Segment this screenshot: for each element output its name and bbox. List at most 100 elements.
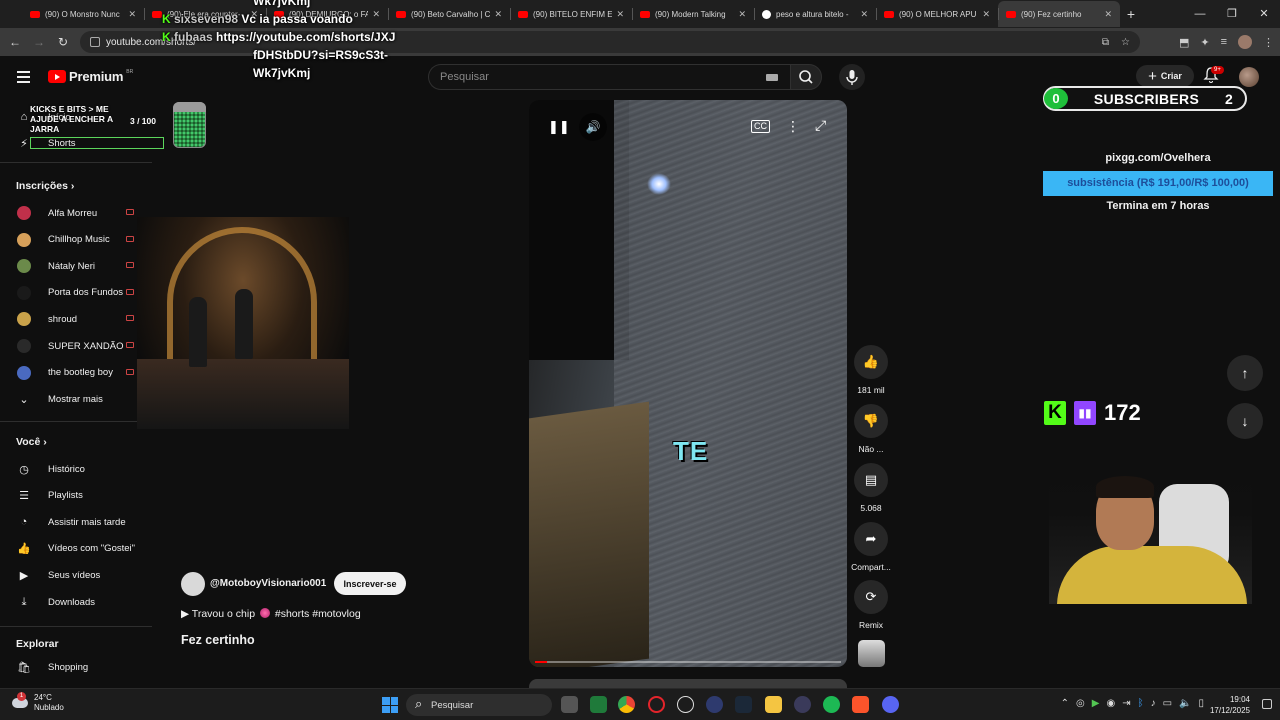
close-window-button[interactable]: ✕ xyxy=(1248,0,1280,28)
menu-icon[interactable] xyxy=(17,71,30,86)
captions-icon[interactable]: CC xyxy=(751,120,770,133)
thumbs-up-icon[interactable]: 👍 xyxy=(854,345,888,379)
extensions-icon[interactable]: ⬒ xyxy=(1179,36,1189,49)
sidebar-item[interactable]: the bootleg boy xyxy=(0,360,150,386)
battery-icon[interactable]: ▯ xyxy=(1198,698,1204,709)
new-tab-button[interactable]: + xyxy=(1120,6,1142,22)
taskbar-search[interactable]: Pesquisar xyxy=(406,694,552,716)
close-tab-icon[interactable]: ✕ xyxy=(982,9,990,20)
forward-icon[interactable]: → xyxy=(27,35,51,49)
pause-icon[interactable]: ❚❚ xyxy=(548,119,570,135)
sidebar-item[interactable]: ⌄ Mostrar mais xyxy=(0,386,150,412)
tray-app-icon[interactable]: ▶ xyxy=(1092,698,1100,709)
reload-icon[interactable]: ↻ xyxy=(51,35,75,49)
sidebar-item[interactable]: Nátaly Neri xyxy=(0,253,150,279)
brave-icon[interactable] xyxy=(852,696,869,713)
github-icon[interactable] xyxy=(677,696,694,713)
browser-tab[interactable]: (90) BITELO ENFIM EN ✕ xyxy=(510,1,632,27)
app-icon[interactable] xyxy=(706,696,723,713)
media-player-icon[interactable] xyxy=(590,696,607,713)
sidebar-item[interactable]: 🛍 Shopping xyxy=(0,654,150,680)
search-button[interactable] xyxy=(790,64,822,90)
microphone-tray-icon[interactable]: ♪ xyxy=(1151,698,1156,709)
file-explorer-icon[interactable] xyxy=(765,696,782,713)
bookmark-star-icon[interactable]: ☆ xyxy=(1121,37,1130,48)
comment-icon[interactable]: ▤ xyxy=(854,463,888,497)
shorts-player[interactable] xyxy=(529,100,847,667)
voice-search-button[interactable] xyxy=(839,64,865,90)
tray-app-icon[interactable]: ◉ xyxy=(1106,698,1115,709)
discord-icon[interactable] xyxy=(882,696,899,713)
tray-chevron-icon[interactable]: ⌃ xyxy=(1061,698,1069,709)
sidebar-item[interactable]: ◷ Histórico xyxy=(0,456,150,482)
system-clock[interactable]: 19:04 17/12/2025 xyxy=(1210,694,1250,716)
sidebar-item[interactable]: Chillhop Music xyxy=(0,227,150,253)
browser-tab[interactable]: (90) O MELHOR APU ✕ xyxy=(876,1,998,27)
more-options-icon[interactable]: ⋮ xyxy=(786,118,800,135)
browser-tab[interactable]: (90) Modern Talking ✕ xyxy=(632,1,754,27)
windows-start-icon[interactable] xyxy=(382,697,398,713)
close-tab-icon[interactable]: ✕ xyxy=(494,9,502,20)
browser-tab[interactable]: (90) O Monstro Nunc ✕ xyxy=(22,1,144,27)
site-info-icon[interactable] xyxy=(90,37,100,47)
progress-bar[interactable] xyxy=(535,661,841,663)
spotify-icon[interactable] xyxy=(823,696,840,713)
you-heading[interactable]: Você › xyxy=(16,436,47,448)
close-tab-icon[interactable]: ✕ xyxy=(1104,9,1112,20)
task-view-icon[interactable] xyxy=(561,696,578,713)
sidebar-item[interactable]: Alfa Morreu xyxy=(0,200,150,226)
chrome-icon[interactable] xyxy=(618,696,635,713)
puzzle-icon[interactable]: ✦ xyxy=(1200,36,1209,49)
close-tab-icon[interactable]: ✕ xyxy=(860,9,868,20)
back-icon[interactable]: ← xyxy=(3,35,27,49)
sidebar-item[interactable]: ◔ Assistir mais tarde xyxy=(0,509,150,535)
steam-icon[interactable] xyxy=(735,696,752,713)
close-tab-icon[interactable]: ✕ xyxy=(738,9,746,20)
opera-icon[interactable] xyxy=(648,696,665,713)
thumbs-down-icon[interactable]: 👎 xyxy=(854,404,888,438)
keyboard-icon[interactable] xyxy=(766,74,778,81)
sidebar-item[interactable]: shroud xyxy=(0,306,150,332)
sidebar-item[interactable]: Porta dos Fundos xyxy=(0,280,150,306)
bluetooth-icon[interactable]: ᛒ xyxy=(1138,698,1144,709)
hashtags-link[interactable]: #shorts #motovlog xyxy=(275,608,361,620)
speaker-icon[interactable]: 🔈 xyxy=(1179,698,1191,709)
install-app-icon[interactable]: ⧉ xyxy=(1102,37,1109,48)
channel-avatar[interactable] xyxy=(181,572,205,596)
notification-center-icon[interactable] xyxy=(1262,699,1272,709)
maximize-button[interactable]: ❐ xyxy=(1216,0,1248,28)
network-icon[interactable]: ▭ xyxy=(1163,698,1172,709)
subscribe-button[interactable]: Inscrever-se xyxy=(334,572,406,595)
minimize-button[interactable]: — xyxy=(1184,0,1216,28)
explore-heading[interactable]: Explorar xyxy=(16,638,59,650)
channel-name[interactable]: @MotoboyVisionario001 xyxy=(210,578,326,589)
youtube-premium-logo[interactable]: Premium BR xyxy=(48,69,133,84)
browser-tab[interactable]: (90) Fez certinho ✕ xyxy=(998,1,1120,27)
close-tab-icon[interactable]: ✕ xyxy=(616,9,624,20)
menu-kebab-icon[interactable]: ⋮ xyxy=(1263,36,1274,49)
subscriptions-heading[interactable]: Inscrições › xyxy=(16,180,74,192)
tray-app-icon[interactable]: ◎ xyxy=(1076,698,1085,709)
next-short-button[interactable]: ↓ xyxy=(1227,403,1263,439)
sidebar-item[interactable]: ⤓ Downloads xyxy=(0,589,150,615)
browser-tab[interactable]: (90) Beto Carvalho | C ✕ xyxy=(388,1,510,27)
volume-icon[interactable]: 🔊 xyxy=(579,113,607,141)
next-short-preview[interactable] xyxy=(529,679,847,688)
sidebar-item[interactable]: SUPER XANDÃO xyxy=(0,333,150,359)
profile-avatar[interactable] xyxy=(1238,35,1252,49)
weather-widget[interactable]: 24°C Nublado xyxy=(12,692,64,713)
sidebar-item[interactable]: 👍 Vídeos com "Gostei" xyxy=(0,536,150,562)
browser-tab[interactable]: peso e altura bitelo - ✕ xyxy=(754,1,876,27)
fullscreen-icon[interactable]: ⤢ xyxy=(815,117,826,134)
sidebar-item[interactable]: ☰ Playlists xyxy=(0,483,150,509)
sidebar-item[interactable]: ▶ Seus vídeos xyxy=(0,562,150,588)
close-tab-icon[interactable]: ✕ xyxy=(128,9,136,20)
sound-remix-thumbnail[interactable] xyxy=(858,640,885,667)
app-icon[interactable] xyxy=(794,696,811,713)
create-button[interactable]: + Criar xyxy=(1136,65,1194,87)
share-icon[interactable]: ➦ xyxy=(854,522,888,556)
remix-icon[interactable]: ⟳ xyxy=(854,580,888,614)
account-avatar[interactable] xyxy=(1239,67,1259,87)
tray-app-icon[interactable]: ⇥ xyxy=(1122,698,1130,709)
previous-short-button[interactable]: ↑ xyxy=(1227,355,1263,391)
